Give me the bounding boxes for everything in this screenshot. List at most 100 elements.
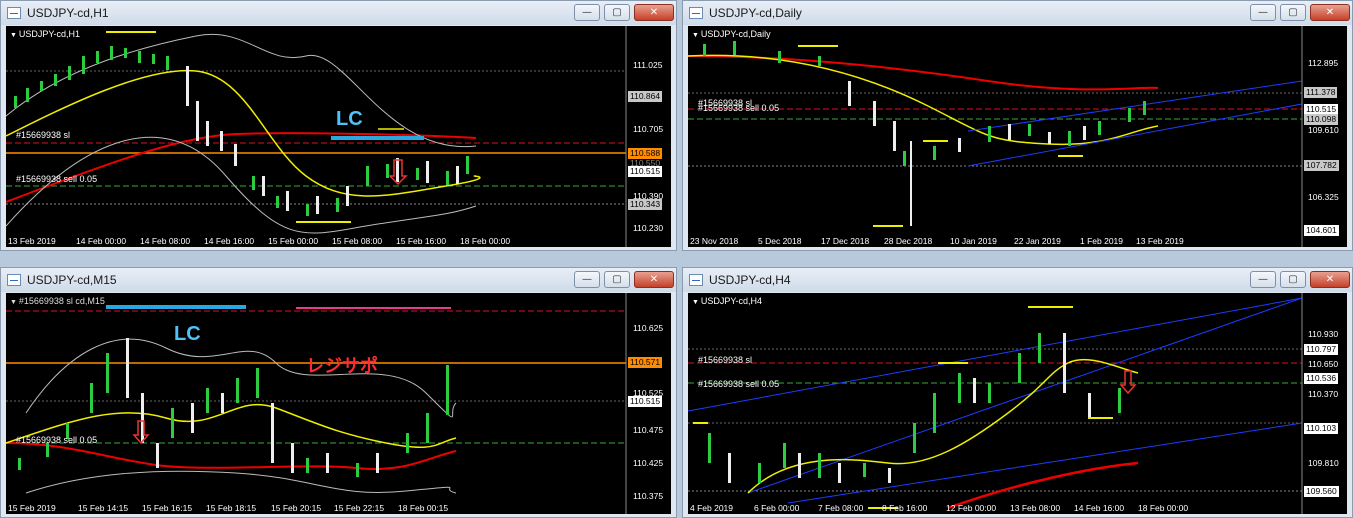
time-tick: 13 Feb 08:00 (1010, 503, 1061, 513)
titlebar-h4[interactable]: USDJPY-cd,H4 — ▢ ✕ (683, 268, 1352, 292)
chart-canvas (6, 26, 627, 247)
price-tick: 111.025 (633, 60, 663, 70)
price-tag: 110.515 (628, 396, 663, 407)
chart-symbol-label: USDJPY-cd,Daily (692, 29, 771, 39)
chart-window-icon (689, 7, 703, 19)
time-tick: 12 Feb 00:00 (946, 503, 997, 513)
price-tick: 112.895 (1308, 58, 1339, 68)
price-tag: 107.782 (1304, 160, 1339, 171)
price-tick: 110.930 (1308, 329, 1339, 339)
lc-annotation: LC (174, 323, 201, 345)
price-tick: 110.705 (633, 124, 664, 134)
time-tick: 10 Jan 2019 (950, 236, 997, 246)
close-button[interactable]: ✕ (1310, 4, 1350, 21)
sell-order-label: #15669938 sell 0.05 (16, 435, 98, 445)
price-tag: 110.515 (628, 166, 663, 177)
price-tag: 110.536 (1304, 373, 1339, 384)
time-tick: 8 Feb 16:00 (882, 503, 928, 513)
time-tick: 22 Jan 2019 (1014, 236, 1061, 246)
time-tick: 7 Feb 08:00 (818, 503, 864, 513)
window-title: USDJPY-cd,H4 (709, 273, 791, 287)
time-tick: 15 Feb 00:00 (268, 236, 319, 246)
close-button[interactable]: ✕ (634, 4, 674, 21)
minimize-button[interactable]: — (574, 271, 600, 288)
chart-symbol-label: USDJPY-cd,H4 (692, 296, 762, 306)
price-tag: 110.103 (1304, 423, 1339, 434)
price-tick: 110.650 (1308, 359, 1339, 369)
price-tick: 106.325 (1308, 192, 1339, 202)
time-tick: 13 Feb 2019 (1136, 236, 1184, 246)
time-tick: 18 Feb 00:15 (398, 503, 449, 513)
price-tick: 110.370 (1308, 389, 1339, 399)
minimize-button[interactable]: — (1250, 271, 1276, 288)
price-chart-daily[interactable]: USDJPY-cd,Daily #15669938 sl #15669938 s… (688, 26, 1347, 247)
time-tick: 14 Feb 08:00 (140, 236, 191, 246)
sl-line-label: #15669938 sl (698, 355, 753, 365)
time-tick: 15 Feb 2019 (8, 503, 56, 513)
restore-button[interactable]: ▢ (1280, 271, 1306, 288)
time-tick: 5 Dec 2018 (758, 236, 802, 246)
price-tick: 110.230 (633, 223, 664, 233)
time-tick: 15 Feb 20:15 (271, 503, 322, 513)
time-tick: 17 Dec 2018 (821, 236, 870, 246)
chart-canvas (688, 293, 1303, 514)
resistance-support-annotation: レジサポ (306, 356, 378, 376)
chart-window-icon (689, 274, 703, 286)
window-h4[interactable]: USDJPY-cd,H4 — ▢ ✕ ▼ USDJPY-cd,H4 #15669… (682, 267, 1353, 518)
titlebar-h1[interactable]: USDJPY-cd,H1 — ▢ ✕ (1, 1, 676, 25)
restore-button[interactable]: ▢ (1280, 4, 1306, 21)
sell-order-label: #15669938 sell 0.05 (698, 379, 780, 389)
window-title: USDJPY-cd,Daily (709, 6, 802, 20)
titlebar-daily[interactable]: USDJPY-cd,Daily — ▢ ✕ (683, 1, 1352, 25)
price-chart-m15[interactable]: #15669938 sl cd,M15 #15669938 sell 0.05 … (6, 293, 671, 514)
chart-symbol-label: USDJPY-cd,H1 (10, 29, 80, 39)
chart-window-icon (7, 7, 21, 19)
price-tag: 110.571 (628, 357, 663, 368)
time-tick: 15 Feb 16:15 (142, 503, 193, 513)
restore-button[interactable]: ▢ (604, 4, 630, 21)
chart-window-icon (7, 274, 21, 286)
time-tick: 4 Feb 2019 (690, 503, 734, 513)
window-m15[interactable]: USDJPY-cd,M15 — ▢ ✕ ▼ #15669938 sl cd,M1… (0, 267, 677, 518)
window-title: USDJPY-cd,M15 (27, 273, 117, 287)
price-tick: 110.425 (633, 458, 664, 468)
window-h1[interactable]: USDJPY-cd,H1 — ▢ ✕ ▼ USDJPY-cd,H1 #15669… (0, 0, 677, 251)
window-daily[interactable]: USDJPY-cd,Daily — ▢ ✕ ▼ USDJPY-cd,Daily … (682, 0, 1353, 251)
time-tick: 15 Feb 08:00 (332, 236, 383, 246)
time-tick: 13 Feb 2019 (8, 236, 56, 246)
minimize-button[interactable]: — (574, 4, 600, 21)
lc-annotation: LC (336, 108, 363, 130)
time-tick: 1 Feb 2019 (1080, 236, 1124, 246)
titlebar-m15[interactable]: USDJPY-cd,M15 — ▢ ✕ (1, 268, 676, 292)
price-tick: 109.610 (1308, 125, 1339, 135)
time-tick: 23 Nov 2018 (690, 236, 739, 246)
price-tag: 104.601 (1304, 225, 1339, 236)
price-tag: 110.797 (1304, 344, 1339, 355)
price-tag: 110.343 (628, 199, 663, 210)
time-tick: 28 Dec 2018 (884, 236, 933, 246)
price-tag: 109.560 (1304, 486, 1339, 497)
restore-button[interactable]: ▢ (604, 271, 630, 288)
close-button[interactable]: ✕ (1310, 271, 1350, 288)
sell-order-label: #15669938 sell 0.05 (698, 103, 780, 113)
price-tick: 110.375 (633, 491, 664, 501)
time-tick: 14 Feb 16:00 (1074, 503, 1125, 513)
time-tick: 15 Feb 18:15 (206, 503, 257, 513)
time-tick: 15 Feb 16:00 (396, 236, 447, 246)
time-tick: 18 Feb 00:00 (460, 236, 511, 246)
price-tag: 111.378 (1304, 87, 1338, 98)
time-tick: 18 Feb 00:00 (1138, 503, 1189, 513)
time-tick: 6 Feb 00:00 (754, 503, 800, 513)
price-tick: 110.625 (633, 323, 664, 333)
close-button[interactable]: ✕ (634, 271, 674, 288)
chart-canvas (688, 26, 1303, 247)
minimize-button[interactable]: — (1250, 4, 1276, 21)
price-chart-h1[interactable]: USDJPY-cd,H1 #15669938 sl #15669938 sell… (6, 26, 671, 247)
time-tick: 14 Feb 16:00 (204, 236, 255, 246)
window-title: USDJPY-cd,H1 (27, 6, 109, 20)
sell-order-label: #15669938 sell 0.05 (16, 174, 98, 184)
time-tick: 14 Feb 00:00 (76, 236, 127, 246)
price-chart-h4[interactable]: USDJPY-cd,H4 #15669938 sl #15669938 sell… (688, 293, 1347, 514)
price-tick: 109.810 (1308, 458, 1339, 468)
price-tag: 110.098 (1304, 114, 1339, 125)
